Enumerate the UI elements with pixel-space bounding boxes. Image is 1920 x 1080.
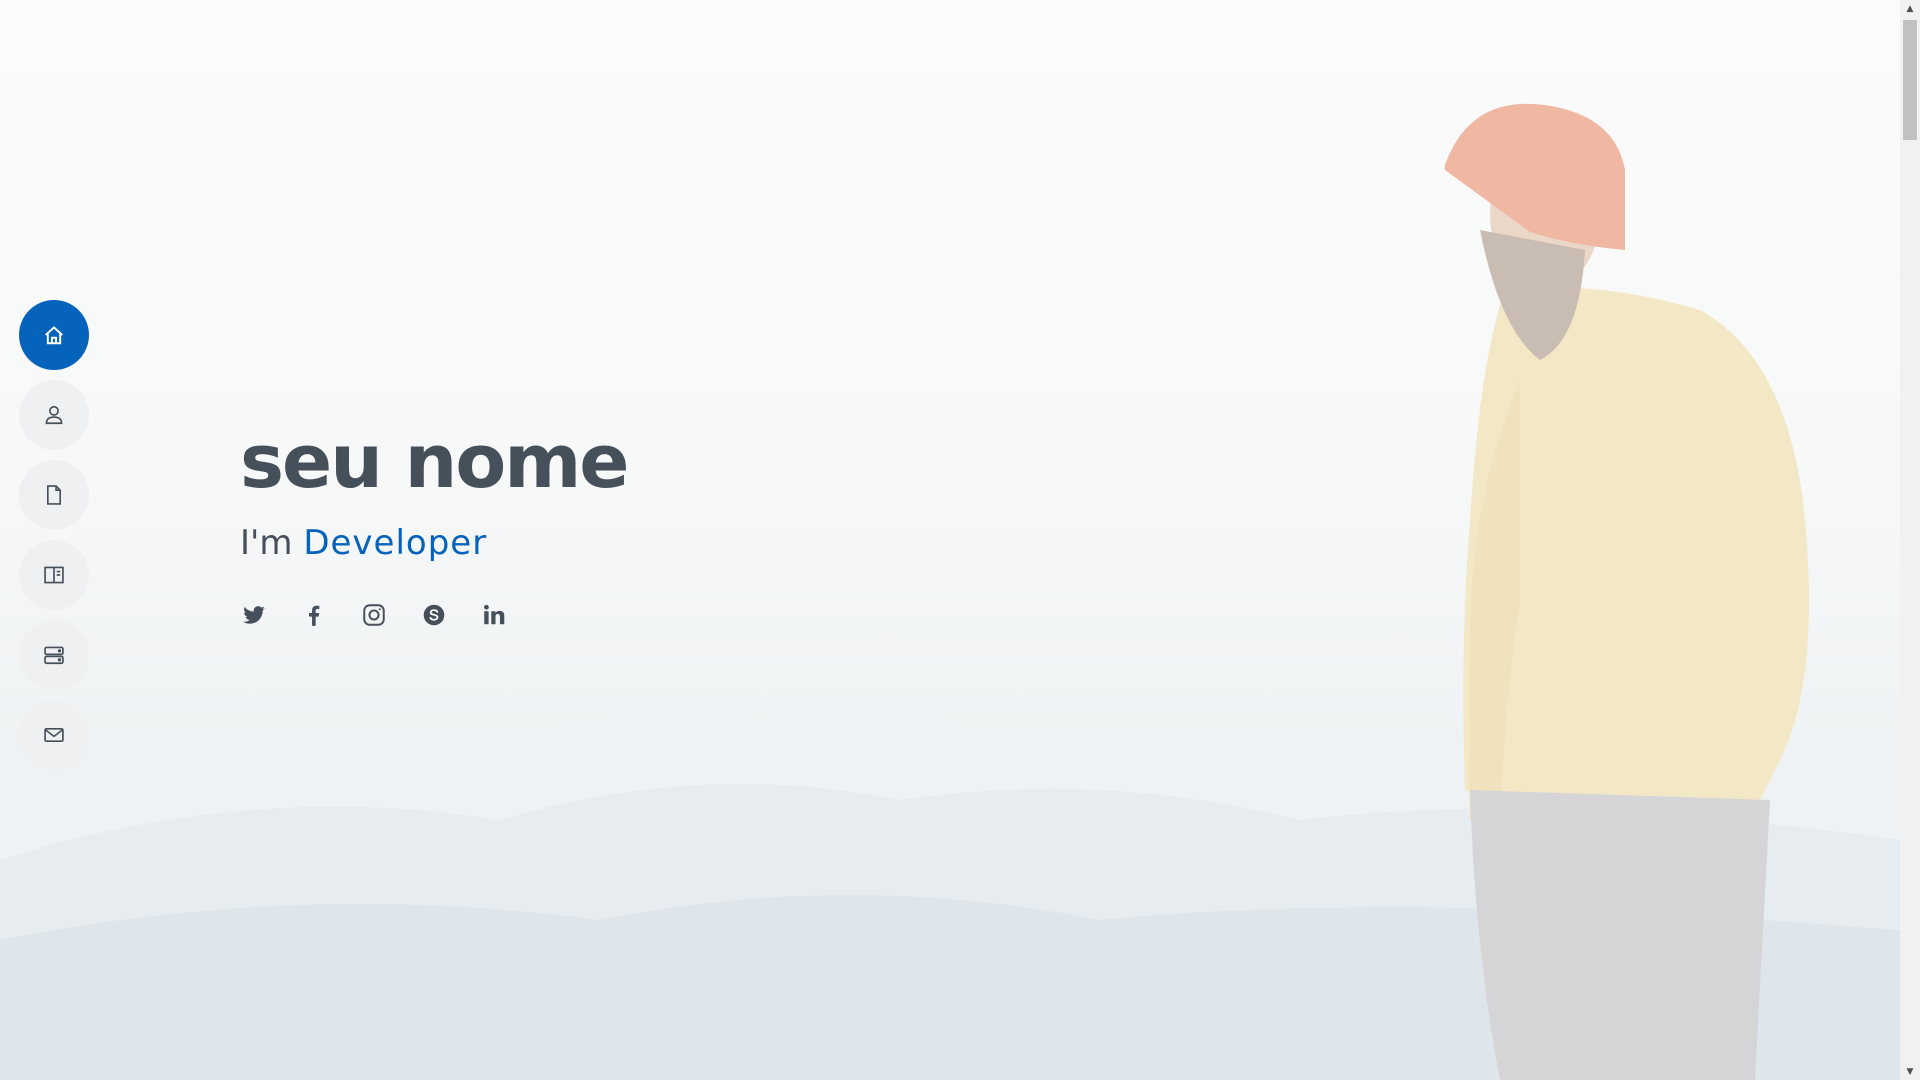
twitter-link[interactable] (240, 601, 268, 629)
twitter-icon (243, 606, 265, 624)
facebook-link[interactable] (300, 601, 328, 629)
linkedin-link[interactable] (480, 601, 508, 629)
typed-role: Developer (303, 523, 488, 563)
hero-subtitle: I'm Developer (240, 523, 628, 563)
hero-content: seu nome I'm Developer (240, 419, 629, 629)
nav-about[interactable] (19, 380, 89, 450)
nav-home[interactable] (19, 300, 89, 370)
scroll-up-arrow-icon[interactable]: ▲ (1900, 0, 1920, 17)
home-icon (45, 326, 63, 345)
nav-contact[interactable] (19, 700, 89, 770)
server-icon (44, 646, 64, 665)
nav-resume[interactable] (19, 460, 89, 530)
book-half-icon (44, 566, 64, 584)
skype-icon (423, 604, 445, 626)
instagram-link[interactable] (360, 601, 388, 629)
linkedin-icon (484, 604, 505, 625)
envelope-icon (44, 727, 64, 743)
facebook-icon (309, 605, 320, 626)
hero-name: seu nome (240, 419, 629, 505)
instagram-icon (363, 604, 385, 626)
scroll-down-arrow-icon[interactable]: ▼ (1900, 1063, 1920, 1080)
nav-portfolio[interactable] (19, 540, 89, 610)
file-icon (46, 485, 62, 505)
social-links (240, 601, 628, 629)
subtitle-prefix: I'm (240, 523, 293, 563)
person-icon (45, 405, 63, 425)
scrollbar[interactable]: ▲ ▼ (1900, 0, 1920, 1080)
side-nav (19, 300, 89, 780)
nav-services[interactable] (19, 620, 89, 690)
skype-link[interactable] (420, 601, 448, 629)
scroll-thumb[interactable] (1903, 20, 1917, 140)
